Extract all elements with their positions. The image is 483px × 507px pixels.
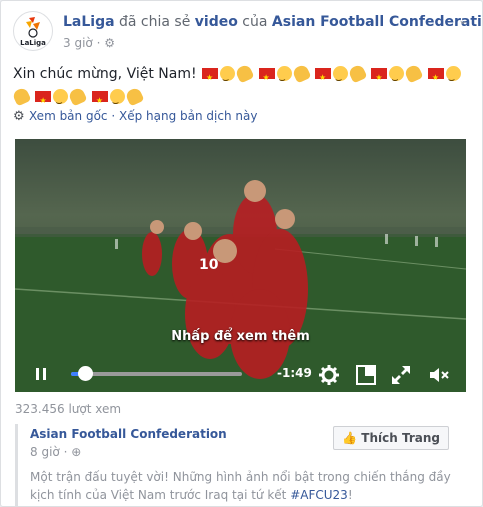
- post-headline: LaLiga đã chia sẻ video của Asian Footba…: [63, 13, 482, 31]
- fullscreen-icon[interactable]: [391, 365, 411, 385]
- laughing-emoji-icon: [276, 66, 292, 91]
- shared-original-post: Asian Football Confederation 8 giờ · ⊕ 👍…: [15, 424, 473, 506]
- pip-icon[interactable]: [356, 365, 376, 385]
- action-text: đã chia sẻ: [119, 14, 191, 30]
- vietnam-flag-icon: [314, 66, 331, 89]
- avatar-brand-text: LaLiga: [20, 39, 46, 47]
- translate-separator: ·: [111, 109, 116, 123]
- laughing-emoji-icon: [445, 66, 461, 91]
- vietnam-flag-icon: [427, 66, 444, 89]
- video-link[interactable]: video: [195, 14, 238, 30]
- shared-timestamp[interactable]: 8 giờ: [30, 445, 60, 459]
- shared-text-body: Một trận đấu tuyệt vời! Những hình ảnh n…: [30, 470, 451, 502]
- clapping-hands-icon: [403, 63, 424, 84]
- settings-icon[interactable]: [319, 365, 339, 385]
- vietnam-flag-icon: [91, 89, 108, 112]
- vietnam-flag-icon: [35, 89, 52, 112]
- clapping-hands-icon: [124, 86, 145, 107]
- svg-text:10: 10: [199, 257, 219, 273]
- vietnam-flag-icon: [371, 66, 388, 89]
- clapping-hands-icon: [347, 63, 368, 84]
- translation-settings-icon[interactable]: ⚙: [13, 109, 25, 124]
- seek-bar[interactable]: [71, 372, 242, 376]
- shared-post-meta: 8 giờ · ⊕: [30, 445, 81, 459]
- clapping-hands-icon: [291, 63, 311, 84]
- pause-icon[interactable]: [35, 368, 47, 380]
- video-frame: 10: [15, 139, 466, 392]
- laughing-emoji-icon: [389, 66, 405, 91]
- author-link[interactable]: LaLiga: [63, 14, 115, 30]
- shared-page-name[interactable]: Asian Football Confederation: [30, 427, 227, 441]
- click-to-see-more-text[interactable]: Nhấp để xem thêm: [15, 329, 466, 344]
- post-meta: 3 giờ · ⚙: [63, 36, 115, 50]
- shared-post-text: Một trận đấu tuyệt vời! Những hình ảnh n…: [30, 468, 460, 504]
- clapping-hands-icon: [234, 63, 255, 84]
- source-page-link[interactable]: Asian Football Confederation.: [272, 14, 482, 30]
- clapping-hands-icon: [67, 86, 88, 107]
- laughing-emoji-icon: [53, 89, 69, 114]
- post-options-chevron-icon[interactable]: ⌄: [454, 13, 472, 31]
- rate-translation-link[interactable]: Xếp hạng bản dịch này: [119, 109, 257, 123]
- see-original-link[interactable]: Xem bản gốc: [29, 109, 108, 123]
- vietnam-flag-icon: [258, 66, 275, 89]
- view-count: 323.456 lượt xem: [15, 402, 122, 416]
- video-controls: -1:49: [15, 356, 466, 392]
- time-remaining: -1:49: [277, 366, 312, 380]
- of-text: của: [242, 14, 268, 30]
- post-message: Xin chúc mừng, Việt Nam!: [11, 63, 471, 114]
- like-page-button[interactable]: 👍 Thích Trang: [333, 426, 449, 450]
- seek-handle[interactable]: [78, 366, 93, 381]
- laughing-emoji-icon: [109, 89, 125, 114]
- post-timestamp[interactable]: 3 giờ: [63, 36, 93, 50]
- clapping-hands-icon: [11, 86, 32, 107]
- vietnam-flag-icon: [202, 66, 219, 89]
- translation-bar: Xem bản gốc · Xếp hạng bản dịch này: [29, 109, 257, 123]
- shared-post: LaLiga LaLiga đã chia sẻ video của Asian…: [0, 0, 483, 507]
- video-player[interactable]: 10 Nhấp để xem thêm -1:49: [15, 139, 466, 392]
- thumbs-up-icon: 👍: [342, 431, 358, 445]
- laliga-avatar[interactable]: LaLiga: [13, 11, 53, 51]
- shared-text-end: !: [347, 488, 353, 502]
- hashtag-link[interactable]: #AFCU23: [290, 488, 348, 502]
- globe-icon: ⚙: [104, 36, 115, 50]
- laliga-logo-icon: [26, 17, 40, 38]
- post-header: LaLiga LaLiga đã chia sẻ video của Asian…: [13, 11, 482, 55]
- laughing-emoji-icon: [332, 66, 348, 91]
- laughing-emoji-icon: [220, 66, 236, 91]
- globe-icon: ⊕: [71, 445, 82, 459]
- message-text: Xin chúc mừng, Việt Nam!: [13, 66, 197, 82]
- mute-icon[interactable]: [429, 365, 449, 385]
- like-page-label: Thích Trang: [361, 431, 440, 445]
